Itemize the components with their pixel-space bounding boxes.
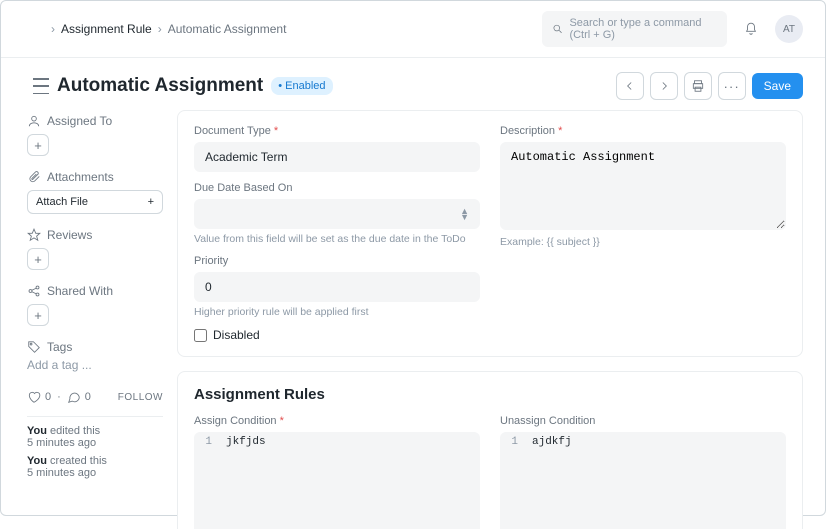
prev-button[interactable] [616,72,644,100]
search-input[interactable]: Search or type a command (Ctrl + G) [542,11,727,47]
attachment-icon [27,170,41,184]
tag-icon [27,340,41,354]
sidebar: Assigned To + Attachments Attach File+ R… [27,110,163,529]
due-date-label: Due Date Based On [194,182,480,194]
assign-condition-code[interactable]: 1jkfjds [194,432,480,529]
attachments-label: Attachments [27,170,163,184]
printer-icon [691,79,705,93]
page-header: Automatic Assignment • Enabled ··· Save [1,58,825,110]
add-share-button[interactable]: + [27,304,49,326]
shared-with-label: Shared With [27,284,163,298]
likes-count: 0 [45,391,51,403]
add-review-button[interactable]: + [27,248,49,270]
due-date-help: Value from this field will be set as the… [194,233,480,245]
topbar: › Assignment Rule › Automatic Assignment… [1,1,825,58]
status-badge: • Enabled [271,77,332,95]
select-arrows-icon: ▲▼ [460,208,469,220]
page-title: Automatic Assignment [57,75,263,97]
document-type-field[interactable]: Academic Term [194,142,480,172]
chevron-right-icon: › [51,22,55,36]
breadcrumb: › Assignment Rule › Automatic Assignment [51,22,542,36]
description-help: Example: {{ subject }} [500,236,786,248]
document-type-label: Document Type [194,125,480,137]
next-button[interactable] [650,72,678,100]
sidebar-toggle[interactable] [33,78,49,94]
priority-help: Higher priority rule will be applied fir… [194,306,480,318]
unassign-condition-code[interactable]: 1ajdkfj [500,432,786,529]
priority-label: Priority [194,255,480,267]
rules-card: Assignment Rules Assign Condition 1jkfjd… [177,371,803,529]
rules-title: Assignment Rules [194,386,786,403]
chevron-right-icon: › [158,22,162,36]
bell-icon [744,22,758,36]
form-card: Document Type Academic Term Due Date Bas… [177,110,803,357]
chevron-right-icon [657,79,671,93]
priority-field[interactable]: 0 [194,272,480,302]
print-button[interactable] [684,72,712,100]
disabled-checkbox[interactable] [194,329,207,342]
save-button[interactable]: Save [752,73,803,99]
assigned-to-label: Assigned To [27,114,163,128]
due-date-select[interactable]: ▲▼ [194,199,480,229]
comment-icon[interactable] [67,390,81,404]
description-label: Description [500,125,786,137]
assign-condition-label: Assign Condition [194,415,480,427]
audit-entry: You created this 5 minutes ago [27,455,163,479]
reviews-label: Reviews [27,228,163,242]
share-icon [27,284,41,298]
star-icon [27,228,41,242]
audit-entry: You edited this 5 minutes ago [27,425,163,449]
main-content: Document Type Academic Term Due Date Bas… [177,110,803,529]
avatar[interactable]: AT [775,15,803,43]
notifications-button[interactable] [737,15,765,43]
add-tag-button[interactable]: Add a tag ... [27,358,163,372]
ellipsis-icon: ··· [723,79,739,94]
unassign-condition-label: Unassign Condition [500,415,786,427]
breadcrumb-parent[interactable]: Assignment Rule [61,22,152,36]
add-assignee-button[interactable]: + [27,134,49,156]
tags-label: Tags [27,340,163,354]
attach-file-button[interactable]: Attach File+ [27,190,163,214]
search-icon [552,22,563,36]
chevron-left-icon [623,79,637,93]
follow-button[interactable]: FOLLOW [118,392,163,403]
user-icon [27,114,41,128]
breadcrumb-current: Automatic Assignment [168,22,287,36]
description-field[interactable] [500,142,786,230]
comments-count: 0 [85,391,91,403]
disabled-label: Disabled [213,328,260,342]
heart-icon[interactable] [27,390,41,404]
menu-button[interactable]: ··· [718,72,746,100]
